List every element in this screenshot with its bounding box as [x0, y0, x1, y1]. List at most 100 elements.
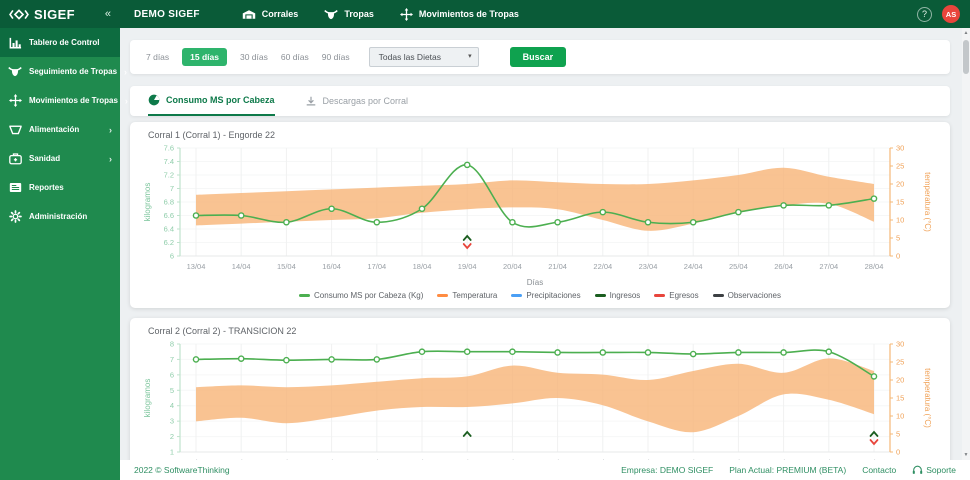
- scrollbar-thumb[interactable]: [963, 40, 969, 74]
- sidebar-collapse-button[interactable]: «: [105, 8, 111, 20]
- sidebar-item-administracion[interactable]: Administración: [0, 202, 120, 231]
- legend-item-temperatura[interactable]: Temperatura: [437, 291, 497, 300]
- report-icon: [8, 182, 22, 193]
- brand-zone: SIGEF «: [0, 7, 120, 22]
- app-logo[interactable]: SIGEF: [9, 7, 75, 22]
- nav-corrales[interactable]: Corrales: [242, 9, 299, 20]
- chart-corral-2-canvas: 8765432130252015105013/0414/0415/0416/04…: [140, 338, 940, 460]
- tab-strip: Consumo MS por Cabeza Descargas por Corr…: [130, 86, 950, 116]
- range-button-30-dias[interactable]: 30 días: [240, 52, 268, 62]
- legend-swatch: [511, 294, 522, 297]
- logo-text: SIGEF: [34, 7, 75, 22]
- svg-text:7.6: 7.6: [164, 144, 174, 153]
- contact-link[interactable]: Contacto: [862, 465, 896, 475]
- svg-text:19/04: 19/04: [458, 262, 477, 271]
- svg-text:2: 2: [170, 432, 174, 441]
- scroll-up-arrow-icon[interactable]: ▲: [962, 30, 970, 36]
- top-header: SIGEF « DEMO SIGEF Corrales Tropas Movim…: [0, 0, 970, 28]
- legend-label: Temperatura: [452, 291, 497, 300]
- vertical-scrollbar[interactable]: ▲ ▼: [962, 28, 970, 460]
- svg-text:15: 15: [896, 394, 904, 403]
- svg-text:30: 30: [896, 144, 904, 153]
- first-aid-kit-icon: [8, 152, 22, 165]
- sidebar-item-label: Administración: [29, 212, 87, 221]
- svg-text:15/04: 15/04: [277, 262, 296, 271]
- range-button-7-dias[interactable]: 7 días: [146, 52, 169, 62]
- svg-text:6.8: 6.8: [164, 198, 174, 207]
- sigef-logo-icon: [9, 8, 29, 21]
- svg-text:26/04: 26/04: [774, 262, 793, 271]
- svg-text:28/04: 28/04: [865, 262, 884, 271]
- submenu-chevron-icon: ›: [109, 125, 112, 135]
- sidebar-item-alimentacion[interactable]: Alimentación ›: [0, 115, 120, 144]
- sidebar-item-label: Alimentación: [29, 125, 79, 134]
- svg-text:8: 8: [170, 340, 174, 349]
- svg-text:30: 30: [896, 340, 904, 349]
- svg-text:7: 7: [170, 355, 174, 364]
- svg-text:20: 20: [896, 376, 904, 385]
- legend-item-observaciones[interactable]: Observaciones: [713, 291, 781, 300]
- legend-swatch: [595, 294, 606, 297]
- footer-company: Empresa: DEMO SIGEF: [621, 465, 713, 475]
- copyright-text: 2022 © SoftwareThinking: [134, 465, 230, 475]
- diet-select[interactable]: Todas las Dietas ▾: [369, 47, 479, 67]
- headset-icon: [912, 465, 923, 475]
- submenu-chevron-icon: ›: [125, 96, 128, 106]
- legend-label: Ingresos: [610, 291, 641, 300]
- sidebar-item-label: Tablero de Control: [29, 38, 100, 47]
- legend-label: Consumo MS por Cabeza (Kg): [314, 291, 423, 300]
- svg-text:13/04: 13/04: [187, 262, 206, 271]
- nav-movimientos[interactable]: Movimientos de Tropas: [400, 8, 519, 21]
- legend-item-ingresos[interactable]: Ingresos: [595, 291, 641, 300]
- company-name: DEMO SIGEF: [134, 9, 200, 20]
- range-button-90-dias[interactable]: 90 días: [322, 52, 350, 62]
- svg-text:5: 5: [170, 386, 174, 395]
- svg-text:0: 0: [896, 252, 900, 261]
- sidebar-item-seguimiento-de-tropas[interactable]: Seguimiento de Tropas ›: [0, 57, 120, 86]
- svg-text:22/04: 22/04: [593, 262, 612, 271]
- search-button[interactable]: Buscar: [510, 47, 567, 67]
- nav-tropas[interactable]: Tropas: [324, 9, 374, 20]
- sidebar-item-label: Sanidad: [29, 154, 60, 163]
- svg-text:14/04: 14/04: [232, 262, 251, 271]
- legend-item-consumo[interactable]: Consumo MS por Cabeza (Kg): [299, 291, 423, 300]
- legend-label: Precipitaciones: [526, 291, 580, 300]
- svg-text:3: 3: [170, 417, 174, 426]
- sidebar-item-movimientos-de-tropas[interactable]: Movimientos de Tropas ›: [0, 86, 120, 115]
- svg-text:24/04: 24/04: [684, 262, 703, 271]
- svg-text:6.4: 6.4: [164, 225, 174, 234]
- svg-text:5: 5: [896, 234, 900, 243]
- sidebar-item-tablero-de-control[interactable]: Tablero de Control: [0, 28, 120, 57]
- help-button[interactable]: ?: [917, 7, 932, 22]
- legend-item-egresos[interactable]: Egresos: [654, 291, 698, 300]
- range-button-60-dias[interactable]: 60 días: [281, 52, 309, 62]
- svg-text:18/04: 18/04: [413, 262, 432, 271]
- sidebar-item-sanidad[interactable]: Sanidad ›: [0, 144, 120, 173]
- svg-text:17/04: 17/04: [367, 262, 386, 271]
- legend-swatch: [437, 294, 448, 297]
- support-label: Soporte: [926, 465, 956, 475]
- svg-text:20/04: 20/04: [503, 262, 522, 271]
- sidebar-item-reportes[interactable]: Reportes: [0, 173, 120, 202]
- range-button-15-dias-selected[interactable]: 15 días: [182, 48, 227, 66]
- svg-text:temperatura (°C): temperatura (°C): [923, 368, 932, 428]
- svg-text:7: 7: [170, 184, 174, 193]
- legend-swatch: [713, 294, 724, 297]
- barn-icon: [242, 9, 256, 20]
- tab-descargas-por-corral[interactable]: Descargas por Corral: [305, 86, 409, 116]
- support-link[interactable]: Soporte: [912, 465, 956, 475]
- svg-text:27/04: 27/04: [819, 262, 838, 271]
- svg-text:6.6: 6.6: [164, 211, 174, 220]
- scroll-down-arrow-icon[interactable]: ▼: [962, 452, 970, 458]
- submenu-chevron-icon: ›: [124, 67, 127, 77]
- chevron-down-icon: ▾: [468, 52, 472, 60]
- legend-item-precipitaciones[interactable]: Precipitaciones: [511, 291, 580, 300]
- tab-label: Descargas por Corral: [323, 96, 409, 106]
- tab-consumo-ms-por-cabeza[interactable]: Consumo MS por Cabeza: [148, 86, 275, 116]
- chart-title: Corral 2 (Corral 2) - TRANSICION 22: [140, 324, 940, 338]
- svg-text:temperatura (°C): temperatura (°C): [923, 172, 932, 232]
- user-avatar[interactable]: AS: [942, 5, 960, 23]
- move-arrows-icon: [8, 94, 22, 107]
- sidebar-item-label: Seguimiento de Tropas: [29, 67, 117, 76]
- legend-swatch: [299, 294, 310, 297]
